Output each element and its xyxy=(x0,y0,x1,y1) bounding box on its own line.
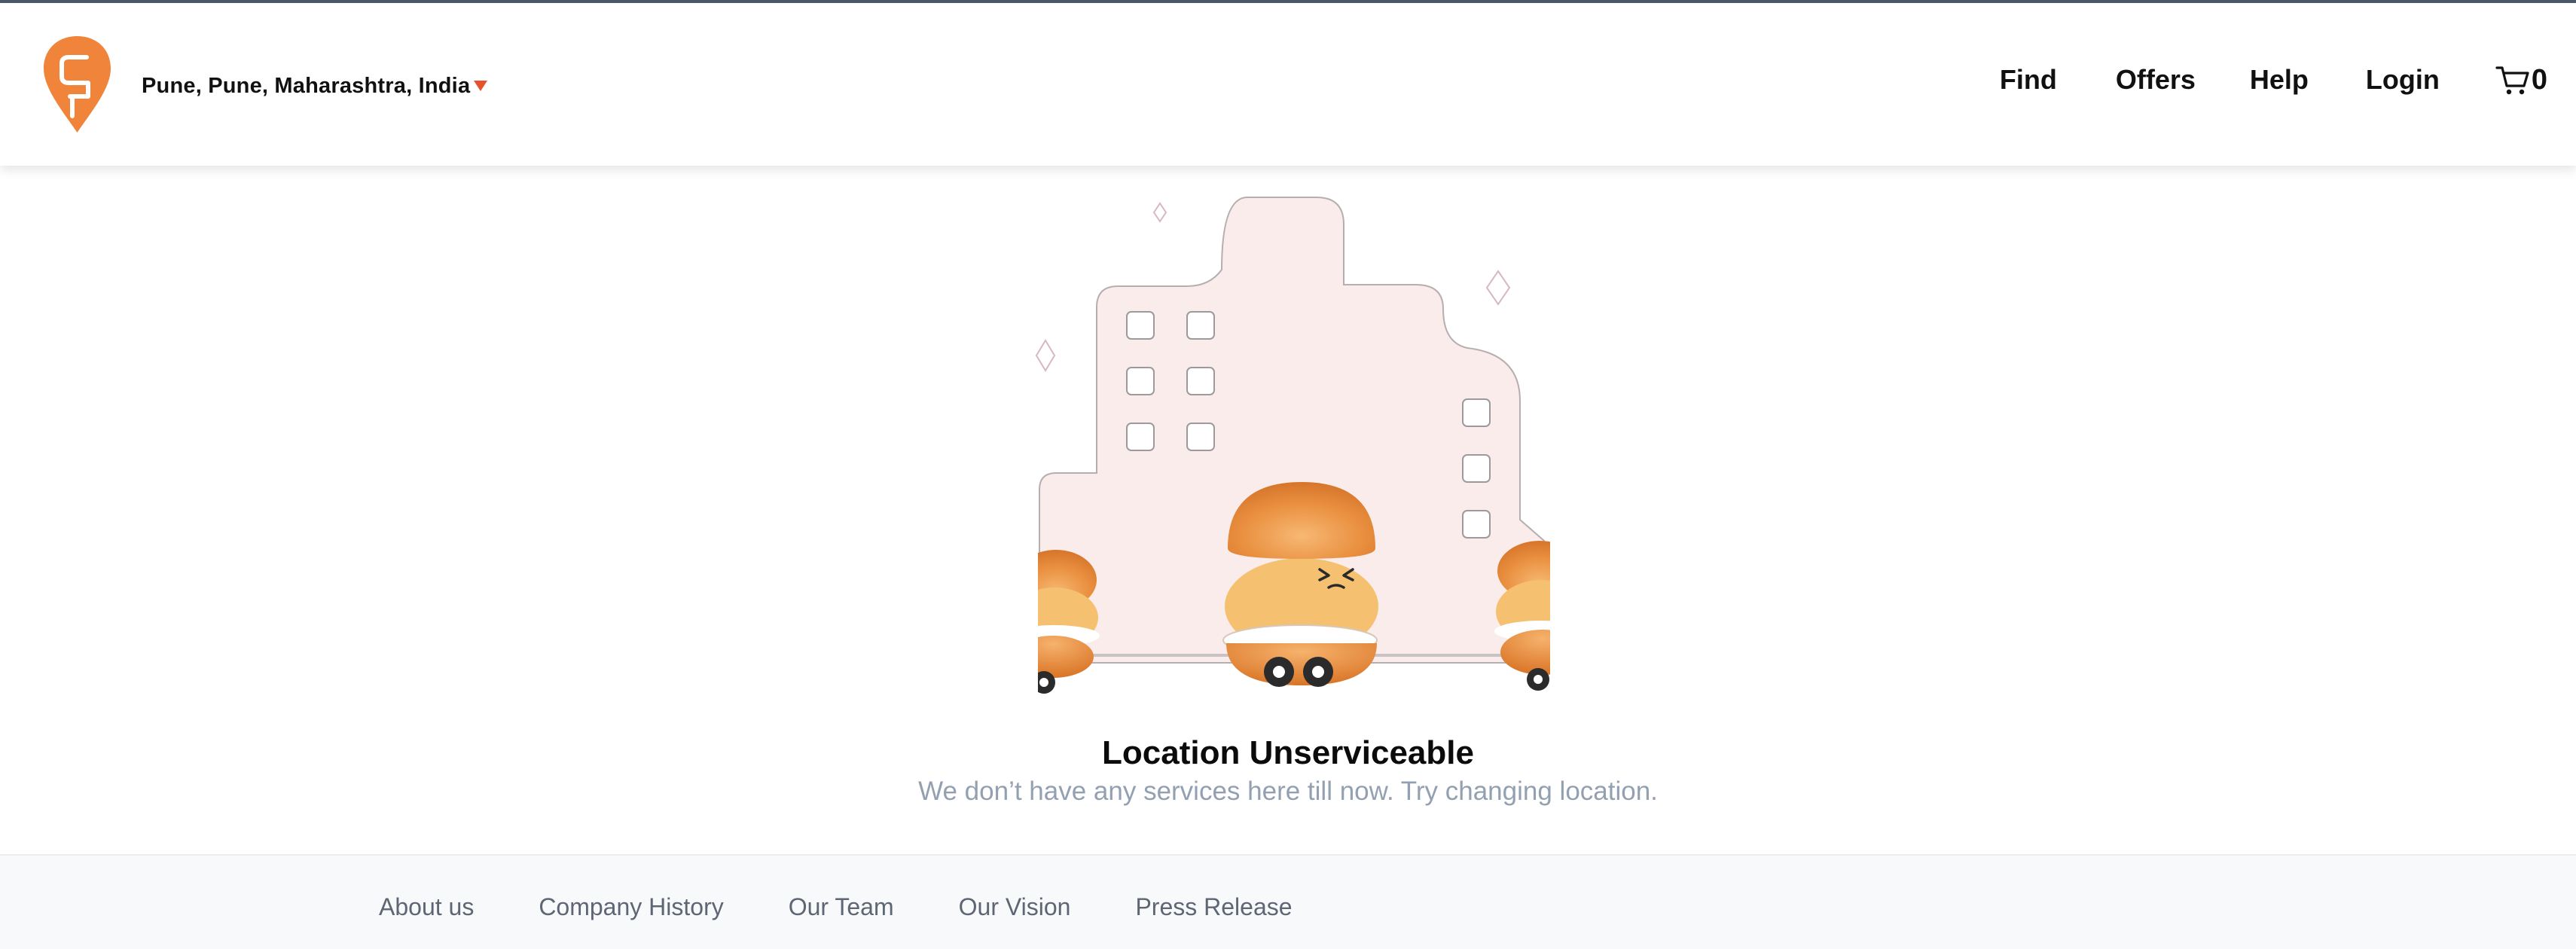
swiggy-logo-icon[interactable] xyxy=(41,35,113,134)
nav-help[interactable]: Help xyxy=(2250,64,2309,96)
footer-link-press-release[interactable]: Press Release xyxy=(1135,893,1292,921)
location-selector[interactable]: Pune, Pune, Maharashtra, India xyxy=(142,71,488,101)
sparkle-icon xyxy=(1152,202,1167,223)
footer-link-our-vision[interactable]: Our Vision xyxy=(959,893,1071,921)
page-subtitle: We don’t have any services here till now… xyxy=(918,777,1658,806)
nav-offers[interactable]: Offers xyxy=(2116,64,2196,96)
cart-count: 0 xyxy=(2531,63,2547,96)
top-header: Pune, Pune, Maharashtra, India Find Offe… xyxy=(0,0,2576,166)
footer: About us Company History Our Team Our Vi… xyxy=(0,854,2576,949)
footer-link-about-us[interactable]: About us xyxy=(379,893,474,921)
main-nav: Find Offers Help Login 0 xyxy=(2000,57,2547,102)
footer-link-company-history[interactable]: Company History xyxy=(539,893,723,921)
nav-login[interactable]: Login xyxy=(2366,64,2440,96)
sparkle-icon xyxy=(1035,339,1056,372)
cart-button[interactable]: 0 xyxy=(2495,63,2547,96)
location-label: Pune, Pune, Maharashtra, India xyxy=(142,73,471,98)
location-unserviceable-illustration xyxy=(1017,188,1559,700)
footer-links: About us Company History Our Team Our Vi… xyxy=(379,893,1357,921)
page-title: Location Unserviceable xyxy=(1102,734,1474,771)
footer-link-our-team[interactable]: Our Team xyxy=(789,893,894,921)
nav-find[interactable]: Find xyxy=(2000,64,2057,96)
cart-icon xyxy=(2495,66,2529,95)
caret-down-icon xyxy=(474,81,488,91)
sparkle-icon xyxy=(1485,270,1511,306)
